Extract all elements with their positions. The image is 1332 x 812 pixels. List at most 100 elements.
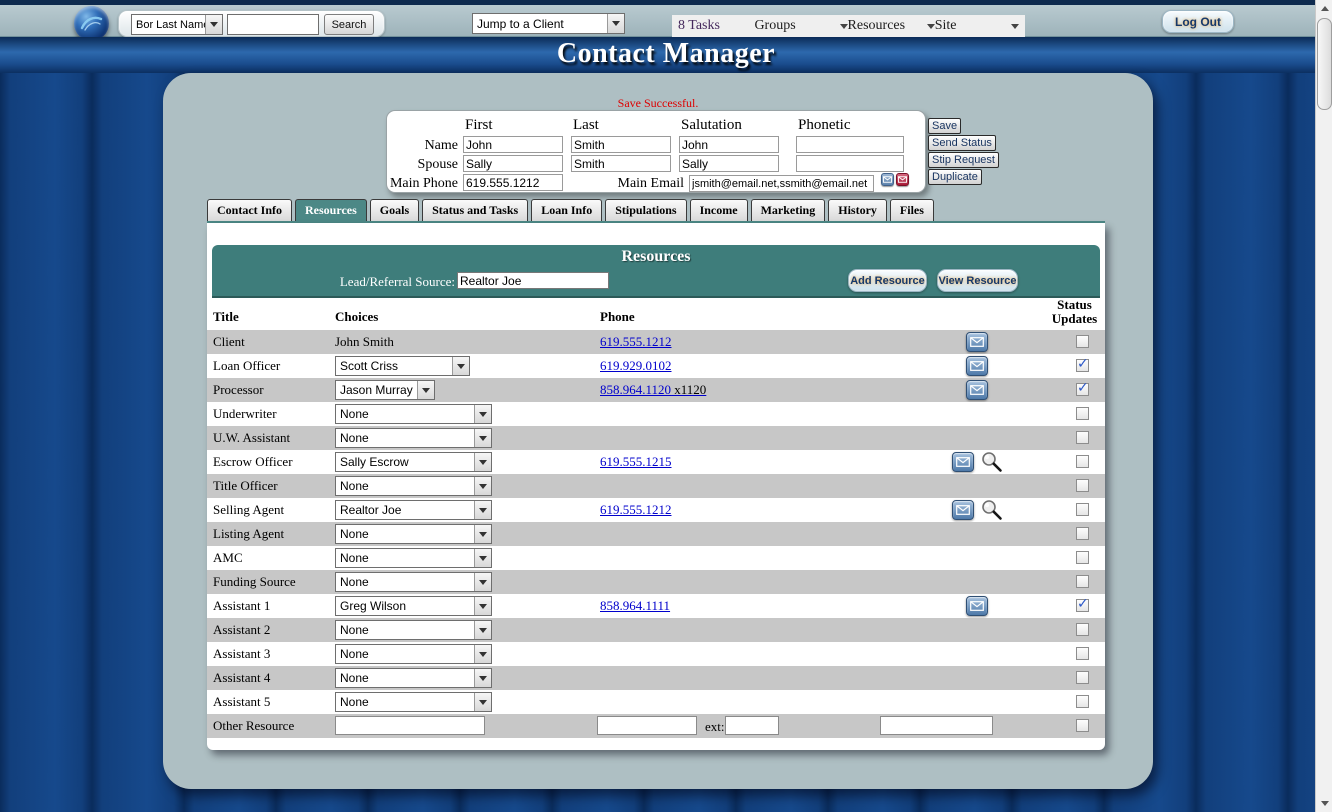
chevron-down-icon[interactable] bbox=[474, 621, 491, 639]
escrow-officer-select[interactable]: Sally Escrow bbox=[335, 452, 492, 472]
duplicate-button[interactable]: Duplicate bbox=[928, 169, 982, 185]
status-updates-checkbox[interactable] bbox=[1076, 623, 1089, 636]
search-category-select[interactable]: Bor Last Name bbox=[131, 14, 223, 35]
other-resource-email-input[interactable] bbox=[880, 716, 993, 735]
send-status-button[interactable]: Send Status bbox=[928, 135, 996, 151]
chevron-down-icon[interactable] bbox=[474, 669, 491, 687]
processor-select[interactable]: Jason Murray bbox=[335, 380, 435, 400]
main-email-field[interactable] bbox=[689, 175, 874, 192]
send-email-icon[interactable] bbox=[952, 452, 974, 472]
status-updates-checkbox[interactable] bbox=[1076, 407, 1089, 420]
other-resource-name-input[interactable] bbox=[335, 716, 485, 735]
tab-resources[interactable]: Resources bbox=[295, 199, 367, 221]
search-button[interactable]: Search bbox=[324, 14, 374, 35]
status-updates-checkbox[interactable] bbox=[1076, 527, 1089, 540]
tab-files[interactable]: Files bbox=[890, 199, 934, 221]
menu-item-8-tasks[interactable]: 8 Tasks bbox=[678, 15, 754, 37]
search-input[interactable] bbox=[227, 14, 319, 35]
app-logo-icon[interactable] bbox=[74, 6, 109, 41]
chevron-down-icon[interactable] bbox=[474, 525, 491, 543]
jump-to-client-select[interactable]: Jump to a Client bbox=[472, 13, 625, 34]
assistant-4-select[interactable]: None bbox=[335, 668, 492, 688]
vertical-scrollbar[interactable] bbox=[1315, 0, 1332, 812]
menu-item-resources[interactable]: Resources bbox=[848, 15, 935, 37]
chevron-down-icon[interactable] bbox=[607, 14, 624, 33]
add-resource-button[interactable]: Add Resource bbox=[848, 269, 927, 292]
send-email-icon[interactable] bbox=[966, 380, 988, 400]
chevron-down-icon[interactable] bbox=[474, 429, 491, 447]
scrollbar-thumb[interactable] bbox=[1317, 18, 1332, 110]
chevron-down-icon[interactable] bbox=[474, 405, 491, 423]
menu-item-groups[interactable]: Groups bbox=[754, 15, 847, 37]
chevron-down-icon[interactable] bbox=[474, 645, 491, 663]
other-resource-ext-input[interactable] bbox=[725, 716, 779, 735]
main-phone-field[interactable] bbox=[463, 174, 563, 191]
menu-item-site[interactable]: Site bbox=[935, 15, 1019, 37]
tab-history[interactable]: History bbox=[828, 199, 887, 221]
spouse-salutation-field[interactable] bbox=[679, 155, 779, 172]
status-updates-checkbox[interactable] bbox=[1076, 479, 1089, 492]
phone-link[interactable]: 858.964.1111 bbox=[600, 598, 670, 614]
status-updates-checkbox[interactable] bbox=[1076, 719, 1089, 732]
status-updates-checkbox[interactable] bbox=[1076, 575, 1089, 588]
tab-loan-info[interactable]: Loan Info bbox=[531, 199, 602, 221]
name-phonetic-field[interactable] bbox=[796, 136, 904, 153]
chevron-down-icon[interactable] bbox=[474, 693, 491, 711]
u-w-assistant-select[interactable]: None bbox=[335, 428, 492, 448]
funding-source-select[interactable]: None bbox=[335, 572, 492, 592]
chevron-down-icon[interactable] bbox=[417, 381, 434, 399]
tab-status-and-tasks[interactable]: Status and Tasks bbox=[422, 199, 528, 221]
listing-agent-select[interactable]: None bbox=[335, 524, 492, 544]
assistant-5-select[interactable]: None bbox=[335, 692, 492, 712]
status-updates-checkbox[interactable] bbox=[1076, 695, 1089, 708]
phone-link[interactable]: 619.929.0102 bbox=[600, 358, 672, 374]
spouse-first-field[interactable] bbox=[463, 155, 563, 172]
email-icon[interactable] bbox=[881, 173, 894, 186]
status-updates-checkbox[interactable] bbox=[1076, 551, 1089, 564]
chevron-down-icon[interactable] bbox=[474, 501, 491, 519]
loan-officer-select[interactable]: Scott Criss bbox=[335, 356, 470, 376]
chevron-down-icon[interactable] bbox=[474, 453, 491, 471]
status-updates-checkbox[interactable] bbox=[1076, 647, 1089, 660]
name-last-field[interactable] bbox=[571, 136, 671, 153]
status-updates-checkbox[interactable] bbox=[1076, 431, 1089, 444]
chevron-down-icon[interactable] bbox=[452, 357, 469, 375]
tab-goals[interactable]: Goals bbox=[370, 199, 419, 221]
chevron-down-icon[interactable] bbox=[474, 477, 491, 495]
chevron-down-icon[interactable] bbox=[205, 15, 222, 34]
send-email-icon[interactable] bbox=[966, 596, 988, 616]
remove-email-icon[interactable] bbox=[896, 173, 909, 186]
other-resource-phone-input[interactable] bbox=[597, 716, 697, 735]
send-email-icon[interactable] bbox=[952, 500, 974, 520]
phone-link[interactable]: 619.555.1215 bbox=[600, 454, 672, 470]
save-button[interactable]: Save bbox=[928, 118, 961, 134]
tab-marketing[interactable]: Marketing bbox=[751, 199, 826, 221]
logout-button[interactable]: Log Out bbox=[1162, 10, 1234, 33]
amc-select[interactable]: None bbox=[335, 548, 492, 568]
scroll-down-icon[interactable] bbox=[1316, 795, 1332, 812]
underwriter-select[interactable]: None bbox=[335, 404, 492, 424]
spouse-phonetic-field[interactable] bbox=[796, 155, 904, 172]
status-updates-checkbox[interactable] bbox=[1076, 455, 1089, 468]
phone-link[interactable]: 619.555.1212 bbox=[600, 334, 672, 350]
status-updates-checkbox[interactable]: ✓ bbox=[1076, 383, 1089, 396]
assistant-1-select[interactable]: Greg Wilson bbox=[335, 596, 492, 616]
view-resource-button[interactable]: View Resource bbox=[937, 269, 1018, 292]
phone-link[interactable]: 858.964.1120 x1120 bbox=[600, 382, 706, 398]
scroll-up-icon[interactable] bbox=[1316, 0, 1332, 17]
assistant-3-select[interactable]: None bbox=[335, 644, 492, 664]
tab-contact-info[interactable]: Contact Info bbox=[207, 199, 292, 221]
name-salutation-field[interactable] bbox=[679, 136, 779, 153]
spouse-last-field[interactable] bbox=[571, 155, 671, 172]
status-updates-checkbox[interactable] bbox=[1076, 503, 1089, 516]
send-email-icon[interactable] bbox=[966, 332, 988, 352]
status-updates-checkbox[interactable] bbox=[1076, 671, 1089, 684]
tab-stipulations[interactable]: Stipulations bbox=[605, 199, 686, 221]
name-first-field[interactable] bbox=[463, 136, 563, 153]
send-email-icon[interactable] bbox=[966, 356, 988, 376]
phone-link[interactable]: 619.555.1212 bbox=[600, 502, 672, 518]
title-officer-select[interactable]: None bbox=[335, 476, 492, 496]
status-updates-checkbox[interactable] bbox=[1076, 335, 1089, 348]
status-updates-checkbox[interactable]: ✓ bbox=[1076, 359, 1089, 372]
chevron-down-icon[interactable] bbox=[474, 573, 491, 591]
